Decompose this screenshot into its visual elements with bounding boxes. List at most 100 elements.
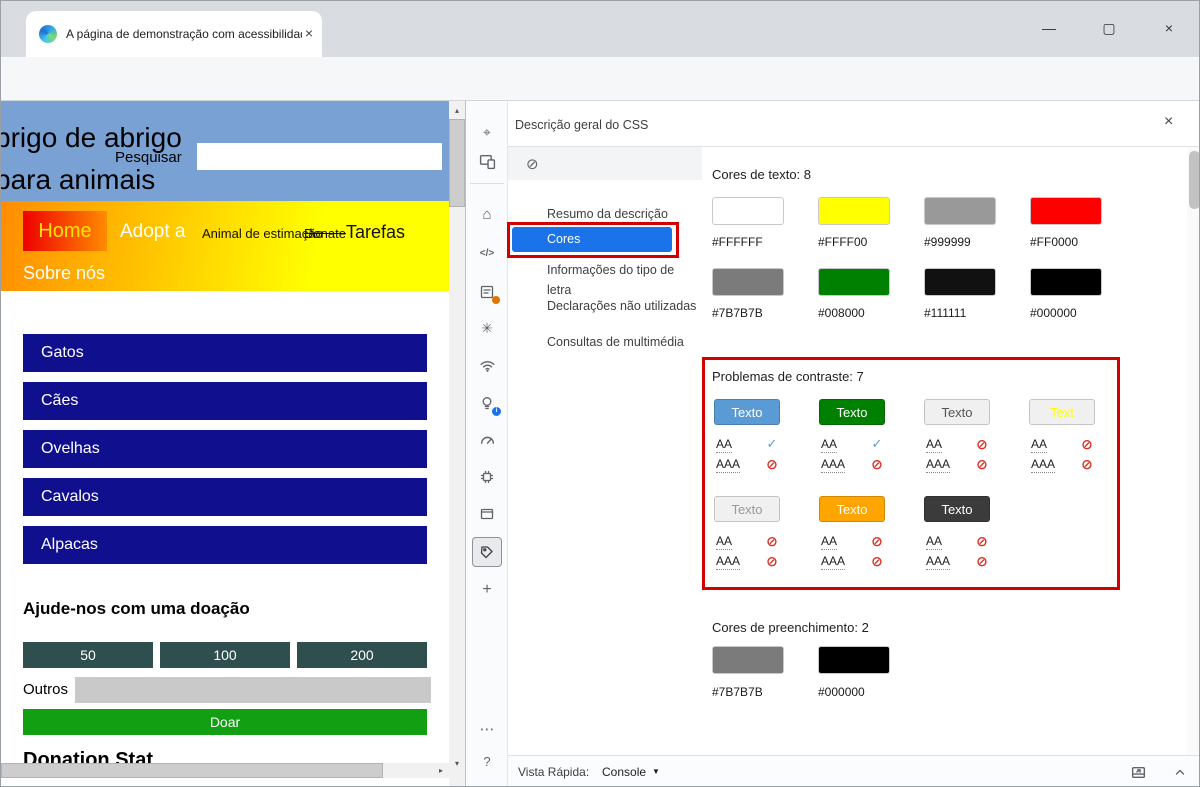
- lighthouse-icon[interactable]: i: [477, 393, 501, 416]
- dock-quick-view-icon[interactable]: [1128, 762, 1148, 782]
- sidebar-item-font-info[interactable]: Informações do tipo de letra: [508, 260, 698, 297]
- aa-verdict-icon: [869, 436, 885, 452]
- donate-button[interactable]: Doar: [23, 709, 427, 735]
- contrast-item: Texto AA AAA: [714, 399, 814, 483]
- sidebar-item-summary[interactable]: Resumo da descrição geral: [508, 204, 698, 241]
- help-icon[interactable]: ?: [477, 751, 497, 771]
- nav-item-about[interactable]: Sobre nós: [23, 263, 105, 284]
- aa-label: AA: [926, 534, 943, 550]
- application-icon[interactable]: [477, 504, 497, 524]
- sidebar-item-unused-declarations[interactable]: Declarações não utilizadas: [508, 296, 698, 316]
- text-color-swatch[interactable]: [712, 197, 784, 225]
- home-icon[interactable]: ⌂: [477, 204, 497, 224]
- aaa-verdict-icon: [764, 456, 780, 472]
- devtools-content-scrollbar[interactable]: [1187, 147, 1199, 755]
- close-button[interactable]: ×: [1146, 11, 1192, 45]
- aa-verdict-icon: [764, 533, 780, 549]
- clear-overview-icon[interactable]: ⊘: [526, 155, 539, 173]
- text-color-swatch[interactable]: [924, 268, 996, 296]
- contrast-sample[interactable]: Texto: [924, 399, 990, 425]
- text-color-label: #FFFFFF: [712, 235, 763, 249]
- tab-title: A página de demonstração com acessibilid…: [66, 27, 302, 41]
- amount-button-100[interactable]: 100: [160, 642, 290, 668]
- text-color-swatch[interactable]: [818, 268, 890, 296]
- horizontal-scrollbar[interactable]: ▸: [1, 763, 449, 778]
- fill-color-swatch[interactable]: [712, 646, 784, 674]
- collapse-quick-view-icon[interactable]: [1170, 762, 1190, 782]
- text-color-label: #FF0000: [1030, 235, 1079, 249]
- sidebar-item-media-queries[interactable]: Consultas de multimédia: [508, 332, 698, 352]
- contrast-item: Texto AA AAA: [924, 496, 1024, 580]
- category-link-alpacas[interactable]: Alpacas: [23, 526, 427, 564]
- devtools-close-icon[interactable]: ×: [1164, 113, 1173, 131]
- amount-button-200[interactable]: 200: [297, 642, 427, 668]
- text-color-label: #FFFF00: [818, 235, 868, 249]
- aa-verdict-icon: [869, 533, 885, 549]
- console-dropdown[interactable]: Console: [602, 765, 646, 779]
- scroll-down-icon[interactable]: ▾: [449, 756, 465, 772]
- aaa-label: AAA: [821, 457, 846, 473]
- horizontal-scrollbar-thumb[interactable]: [1, 763, 383, 778]
- nav-item-donate[interactable]: Donate: [304, 226, 346, 241]
- vertical-scrollbar-thumb[interactable]: [449, 119, 465, 207]
- contrast-issues-heading: Problemas de contraste: 7: [712, 369, 864, 384]
- contrast-sample[interactable]: Texto: [819, 399, 885, 425]
- devtools-panel-title: Descrição geral do CSS: [515, 118, 649, 132]
- category-link-gatos[interactable]: Gatos: [23, 334, 427, 372]
- text-color-swatch[interactable]: [818, 197, 890, 225]
- performance-icon[interactable]: [477, 429, 497, 449]
- aa-verdict-icon: [764, 436, 780, 452]
- minimize-button[interactable]: —: [1026, 11, 1072, 45]
- tab-close-icon[interactable]: ×: [305, 25, 313, 41]
- contrast-sample[interactable]: Texto: [924, 496, 990, 522]
- css-overview-icon[interactable]: [477, 542, 497, 562]
- nav-item-tasks[interactable]: Tarefas: [346, 222, 405, 243]
- contrast-sample[interactable]: Texto: [819, 496, 885, 522]
- browser-tab[interactable]: A página de demonstração com acessibilid…: [26, 11, 322, 57]
- text-color-swatch[interactable]: [1030, 268, 1102, 296]
- aaa-verdict-icon: [1079, 456, 1095, 472]
- contrast-sample[interactable]: Texto: [714, 399, 780, 425]
- vertical-scrollbar[interactable]: ▴ ▾: [449, 101, 465, 786]
- scroll-up-icon[interactable]: ▴: [449, 103, 465, 119]
- devtools-content-scrollbar-thumb[interactable]: [1189, 151, 1199, 209]
- text-color-label: #999999: [924, 235, 971, 249]
- scroll-right-icon[interactable]: ▸: [433, 763, 449, 778]
- more-tools-icon[interactable]: ⋯: [477, 719, 497, 739]
- nav-item-adopt[interactable]: Adopt a: [120, 221, 186, 243]
- inspect-icon[interactable]: ⌖: [477, 122, 497, 142]
- fill-color-swatch[interactable]: [818, 646, 890, 674]
- other-amount-input[interactable]: [75, 677, 431, 703]
- edge-logo-icon: [39, 25, 57, 43]
- category-link-ovelhas[interactable]: Ovelhas: [23, 430, 427, 468]
- search-input[interactable]: [197, 143, 442, 170]
- title-bar: A página de demonstração com acessibilid…: [1, 1, 1199, 57]
- category-link-caes[interactable]: Cães: [23, 382, 427, 420]
- contrast-item: Texto AA AAA: [819, 496, 919, 580]
- text-color-swatch[interactable]: [924, 197, 996, 225]
- issues-icon[interactable]: ✳: [477, 318, 497, 338]
- text-color-swatch[interactable]: [1030, 197, 1102, 225]
- cpu-icon[interactable]: [477, 467, 497, 487]
- text-color-swatch[interactable]: [712, 268, 784, 296]
- device-emulation-icon[interactable]: [477, 151, 497, 171]
- contrast-sample[interactable]: Text: [1029, 399, 1095, 425]
- nav-item-home[interactable]: Home: [23, 211, 107, 251]
- contrast-sample[interactable]: Texto: [714, 496, 780, 522]
- amount-button-50[interactable]: 50: [23, 642, 153, 668]
- console-icon[interactable]: [477, 282, 500, 304]
- maximize-button[interactable]: ▢: [1086, 11, 1132, 45]
- category-link-cavalos[interactable]: Cavalos: [23, 478, 427, 516]
- browser-window: A página de demonstração com acessibilid…: [0, 0, 1200, 787]
- annotation-highlight-colors: [507, 222, 679, 258]
- aa-label: AA: [821, 437, 838, 453]
- page-content: brigo de abrigo para animais Pesquisar H…: [1, 101, 449, 786]
- console-dropdown-caret-icon[interactable]: ▼: [652, 767, 660, 776]
- add-tools-icon[interactable]: +: [477, 580, 497, 600]
- fill-colors-heading: Cores de preenchimento: 2: [712, 620, 869, 635]
- sources-icon[interactable]: </>: [477, 243, 497, 263]
- network-icon[interactable]: [477, 355, 497, 375]
- text-colors-heading: Cores de texto: 8: [712, 167, 811, 182]
- aa-label: AA: [1031, 437, 1048, 453]
- search-label: Pesquisar: [115, 149, 182, 166]
